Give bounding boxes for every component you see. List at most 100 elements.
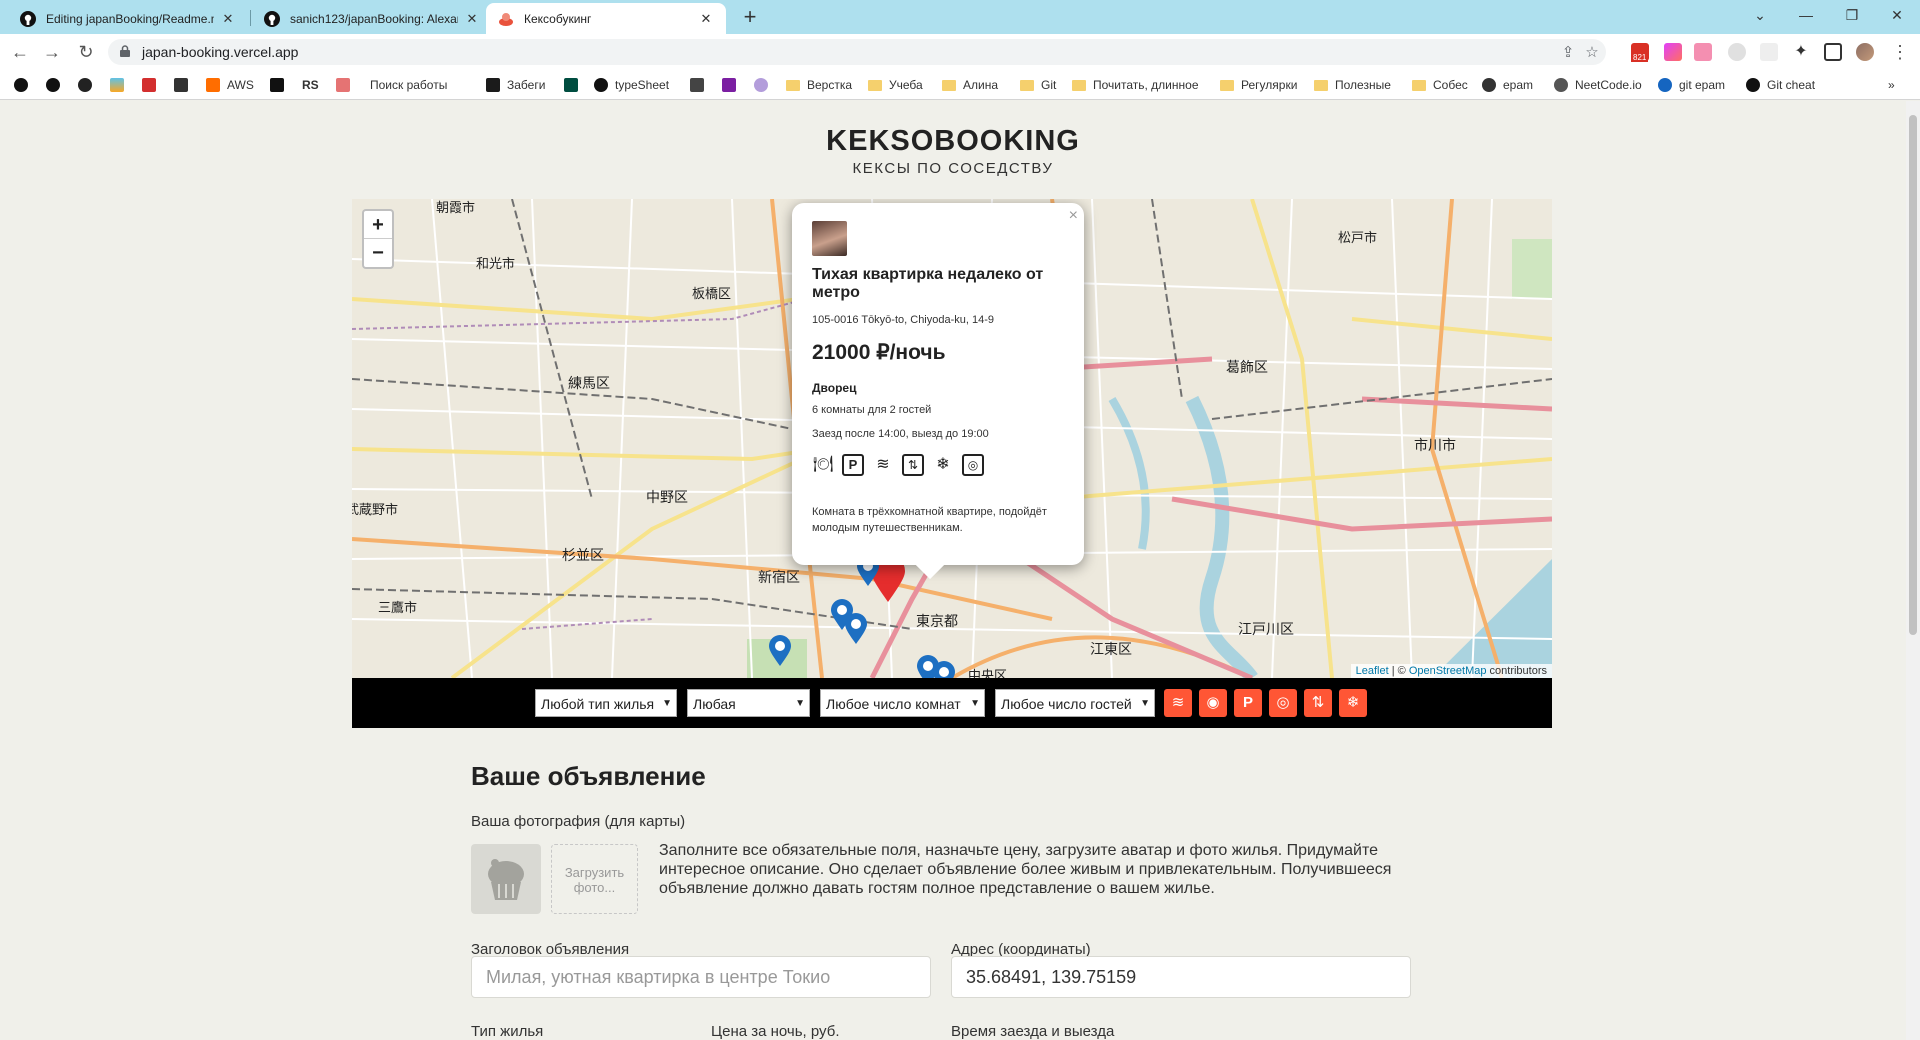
bookmark-shield[interactable] xyxy=(690,76,711,94)
offer-description: Комната в трёхкомнатной квартире, подойд… xyxy=(812,506,1047,534)
bookmark-job-search-label[interactable]: Поиск работы xyxy=(370,76,447,94)
bookmark-folder-interview[interactable]: Собес xyxy=(1412,76,1468,94)
more-bookmarks-icon[interactable]: » xyxy=(1888,76,1895,94)
title-input[interactable]: Милая, уютная квартирка в центре Токио xyxy=(471,956,931,998)
bookmark-dots[interactable] xyxy=(722,76,743,94)
profile-avatar[interactable] xyxy=(1856,43,1874,61)
offer-pin-icon[interactable] xyxy=(932,661,956,678)
extensions-puzzle-icon[interactable]: ✦ xyxy=(1792,43,1810,61)
filter-elevator-button[interactable]: ⇅ xyxy=(1304,689,1332,717)
close-tab-icon[interactable]: ✕ xyxy=(464,11,480,27)
tab-search-icon[interactable]: ⌄ xyxy=(1737,0,1783,30)
bookmark-folder-read[interactable]: Почитать, длинное xyxy=(1072,76,1199,94)
tab-readme[interactable]: Editing japanBooking/Readme.m ✕ xyxy=(8,3,248,34)
wifi-icon: ≋ xyxy=(1171,694,1185,711)
filter-parking-button[interactable]: P xyxy=(1234,689,1262,717)
filter-conditioner-button[interactable]: ❄ xyxy=(1339,689,1367,717)
close-window-button[interactable]: ✕ xyxy=(1874,0,1920,30)
filter-wifi-button[interactable]: ≋ xyxy=(1164,689,1192,717)
bookmark-neetcode[interactable]: NeetCode.io xyxy=(1554,76,1642,94)
osm-link[interactable]: OpenStreetMap xyxy=(1409,665,1487,677)
reload-button[interactable]: ↻ xyxy=(74,40,98,64)
upload-avatar-button[interactable]: Загрузить фото... xyxy=(551,844,638,914)
tab-repo[interactable]: sanich123/japanBooking: Alexan ✕ xyxy=(252,3,492,34)
bookmark-knot[interactable] xyxy=(754,76,775,94)
housing-price-select[interactable]: Любая ▼ xyxy=(687,689,810,717)
housing-guests-select[interactable]: Любое число гостей ▼ xyxy=(995,689,1155,717)
zoom-in-button[interactable]: + xyxy=(364,211,392,239)
bookmark-git-cheat[interactable]: Git cheat xyxy=(1746,76,1815,94)
extension-link-icon[interactable] xyxy=(1694,43,1712,61)
page-scrollbar[interactable] xyxy=(1906,101,1920,1040)
bookmark-round[interactable] xyxy=(78,76,99,94)
bookmark-leaf[interactable] xyxy=(174,76,195,94)
bookmark-star-icon[interactable]: ☆ xyxy=(1584,45,1600,61)
browser-menu-icon[interactable]: ⋮ xyxy=(1888,40,1912,64)
offer-pin-icon[interactable] xyxy=(844,613,868,645)
bookmark-folder-study[interactable]: Учеба xyxy=(868,76,923,94)
conditioner-icon: ❄ xyxy=(936,456,950,473)
bookmark-runner[interactable] xyxy=(142,76,163,94)
forward-button[interactable]: → xyxy=(40,40,64,64)
dishwasher-icon: ◉ xyxy=(1206,694,1220,711)
offer-pin-icon[interactable] xyxy=(768,635,792,667)
bookmark-rs[interactable]: RS xyxy=(302,76,319,94)
map[interactable]: 朝霞市 和光市 板橋区 練馬区 中野区 杉並区 武蔵野市 三鷹市 新宿区 東京都… xyxy=(352,199,1552,678)
address-bar[interactable]: japan-booking.vercel.app ⇪ ☆ xyxy=(108,39,1606,65)
popup-close-button[interactable]: × xyxy=(1069,207,1078,225)
bookmark-typesheet[interactable]: typeSheet xyxy=(594,76,669,94)
side-panel-icon[interactable] xyxy=(1824,43,1842,61)
maximize-button[interactable]: ❐ xyxy=(1829,0,1875,30)
housing-rooms-select[interactable]: Любое число комнат ▼ xyxy=(820,689,985,717)
epam-icon xyxy=(1482,78,1496,92)
muffin-icon xyxy=(488,859,524,900)
filter-washer-button[interactable]: ◎ xyxy=(1269,689,1297,717)
map-label: 松戸市 xyxy=(1338,230,1378,245)
bookmark-job-search[interactable] xyxy=(336,76,357,94)
bookmark-dark[interactable] xyxy=(270,76,291,94)
bookmark-folder-layout[interactable]: Верстка xyxy=(786,76,852,94)
bookmark-folder-regex[interactable]: Регулярки xyxy=(1220,76,1297,94)
github-icon xyxy=(14,78,28,92)
tab-keksobooking[interactable]: Кексобукинг ✕ xyxy=(486,3,726,34)
bookmark-git-epam[interactable]: git epam xyxy=(1658,76,1725,94)
housing-type-select[interactable]: Любой тип жилья ▼ xyxy=(535,689,677,717)
extension-grey-icon[interactable] xyxy=(1760,43,1778,61)
offer-features: 🍽 P ≋ ⇅ ❄ ◎ xyxy=(812,454,1064,476)
close-tab-icon[interactable]: ✕ xyxy=(698,11,714,27)
bookmark-teal[interactable] xyxy=(564,76,585,94)
bookmark-label: Верстка xyxy=(807,78,853,92)
bookmark-triangle[interactable] xyxy=(46,76,67,94)
share-icon[interactable]: ⇪ xyxy=(1560,45,1576,61)
back-button[interactable]: ← xyxy=(8,40,32,64)
extension-circle-icon[interactable] xyxy=(1728,43,1746,61)
map-label: 武蔵野市 xyxy=(352,502,399,517)
new-tab-button[interactable]: + xyxy=(736,4,764,32)
zoom-out-button[interactable]: − xyxy=(364,239,392,267)
extension-color-icon[interactable] xyxy=(1664,43,1682,61)
map-label: 練馬区 xyxy=(568,375,610,391)
bookmark-epam[interactable]: epam xyxy=(1482,76,1533,94)
bookmark-folder-alina[interactable]: Алина xyxy=(942,76,998,94)
bookmark-github[interactable] xyxy=(14,76,35,94)
bookmark-folder-git[interactable]: Git xyxy=(1020,76,1056,94)
bookmark-runs[interactable]: Забеги xyxy=(486,76,545,94)
filter-dishwasher-button[interactable]: ◉ xyxy=(1199,689,1227,717)
map-label: 江戸川区 xyxy=(1238,621,1294,637)
logo-title: KEKSOBOOKING xyxy=(826,125,1080,157)
bookmark-stripes[interactable] xyxy=(110,76,131,94)
scrollbar-thumb[interactable] xyxy=(1909,115,1917,635)
close-tab-icon[interactable]: ✕ xyxy=(220,11,236,27)
leaflet-link[interactable]: Leaflet xyxy=(1356,665,1389,677)
address-input[interactable]: 35.68491, 139.75159 xyxy=(951,956,1411,998)
map-label: 江東区 xyxy=(1090,641,1132,657)
teal-icon xyxy=(564,78,578,92)
attribution-separator: | © xyxy=(1388,665,1409,677)
stripes-icon xyxy=(110,78,124,92)
bookmark-aws[interactable]: AWS xyxy=(206,76,254,94)
elevator-icon: ⇅ xyxy=(902,454,924,476)
minimize-button[interactable]: — xyxy=(1783,0,1829,30)
map-attribution: Leaflet | © OpenStreetMap contributors xyxy=(1350,664,1552,678)
github-icon xyxy=(264,10,280,27)
bookmark-folder-useful[interactable]: Полезные xyxy=(1314,76,1391,94)
